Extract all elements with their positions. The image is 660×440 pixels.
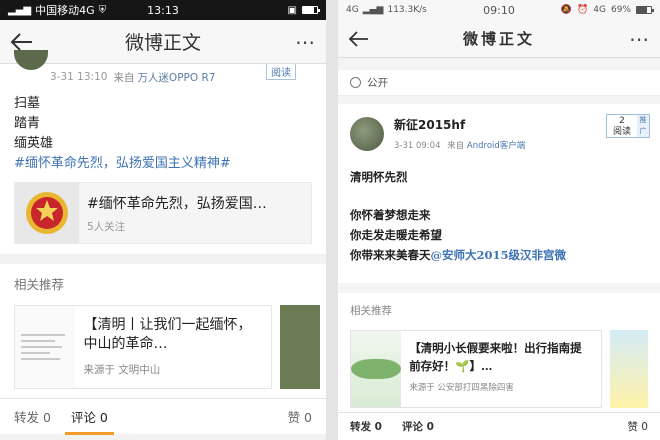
related-row: 【清明小长假要来啦！出行指南提前存好！🌱】… 来源于 公安部打四黑除四害	[350, 330, 648, 408]
topic-logo	[15, 183, 79, 243]
network-label-2: 4G	[593, 5, 606, 15]
right-screen: 4G ▂▄▆ 113.3K/s 09:10 🔕 ⏰ 4G 69% 微博正文 ⋯ …	[338, 0, 660, 440]
read-count-box: 2 阅读 推广	[606, 114, 650, 138]
visibility-row: 公开	[338, 70, 660, 96]
post-header: 新征2015hf 3-31 09:04 来自 Android客户端 2 阅读 推…	[338, 104, 660, 157]
alarm-icon: ⏰	[577, 5, 589, 15]
screens-container: ▂▄▆ 中国移动4G ⛨ 13:13 ▣ 微博正文 ⋯ 3-31 13:10 来…	[0, 0, 660, 440]
status-bar: 4G ▂▄▆ 113.3K/s 09:10 🔕 ⏰ 4G 69%	[338, 0, 660, 20]
topic-title: #缅怀革命先烈，弘扬爱国…	[87, 196, 267, 212]
topic-text: #缅怀革命先烈，弘扬爱国… 5人关注	[79, 183, 275, 243]
status-icons: 🔕 ⏰ 4G 69%	[560, 5, 654, 15]
related-row: 【清明丨让我们一起缅怀，中山的革命… 来源于 文明中山	[14, 305, 320, 389]
shield-icon: ⛨	[98, 4, 107, 16]
related-source: 来源于 公安部打四黑除四害	[409, 383, 514, 393]
like-tab[interactable]: 赞 0	[627, 419, 648, 434]
related-section: 相关推荐 【清明丨让我们一起缅怀，中山的革命… 来源于 文明中山	[0, 264, 326, 401]
left-screen: ▂▄▆ 中国移动4G ⛨ 13:13 ▣ 微博正文 ⋯ 3-31 13:10 来…	[0, 0, 326, 440]
arrow-left-icon	[10, 32, 32, 51]
post-line: 清明怀先烈	[350, 170, 408, 184]
page-title: 微博正文	[462, 30, 535, 48]
back-button[interactable]	[348, 25, 376, 53]
like-tab[interactable]: 赞 0	[288, 407, 312, 426]
post-source[interactable]: 万人迷OPPO R7	[137, 70, 215, 85]
post-time: 3-31 09:04	[394, 141, 441, 151]
post-line: 你怀着梦想走来	[350, 208, 431, 222]
action-bar: 转发 0 评论 0 赞 0	[338, 412, 660, 440]
post-time: 3-31 13:10	[50, 71, 108, 83]
related-title: 【清明丨让我们一起缅怀，中山的革命…	[83, 317, 252, 352]
nav-bar: 微博正文 ⋯	[338, 20, 660, 58]
related-text: 【清明丨让我们一起缅怀，中山的革命… 来源于 文明中山	[75, 306, 271, 388]
post-line: 缅英雄	[14, 136, 54, 151]
visibility-label: 公开	[367, 77, 388, 89]
topic-followers: 5人关注	[87, 221, 126, 233]
post-body: 清明怀先烈 你怀着梦想走来 你走发走暖走希望 你带来来美春天@安师大2015级汉…	[338, 157, 660, 283]
network-label: 4G	[346, 5, 359, 15]
mute-icon: 🔕	[560, 5, 573, 15]
net-speed: 113.3K/s	[387, 5, 427, 15]
related-heading: 相关推荐	[350, 305, 392, 317]
arrow-left-icon	[348, 30, 368, 47]
topic-card[interactable]: #缅怀革命先烈，弘扬爱国… 5人关注	[14, 182, 312, 244]
avatar[interactable]	[14, 50, 48, 70]
sim-icon: ▣	[287, 4, 297, 16]
youth-league-emblem-icon	[26, 192, 68, 234]
read-label: 阅读	[612, 127, 631, 137]
promote-button[interactable]: 推广	[637, 115, 649, 137]
comment-tab[interactable]: 评论 0	[64, 399, 114, 435]
comment-tab[interactable]: 评论 0	[402, 419, 434, 434]
signal-icon: ▂▄▆	[362, 5, 384, 15]
post-meta: 3-31 09:04 来自 Android客户端	[394, 139, 525, 151]
carrier-label: 中国移动4G	[35, 4, 95, 17]
related-heading: 相关推荐	[14, 277, 65, 292]
status-bar: ▂▄▆ 中国移动4G ⛨ 13:13 ▣	[0, 0, 326, 20]
post-meta: 3-31 13:10 来自 万人迷OPPO R7 阅读	[0, 50, 326, 86]
post-line: 踏青	[14, 116, 41, 131]
related-card-next[interactable]	[280, 305, 320, 389]
action-bar: 转发 0 评论 0 赞 0	[0, 398, 326, 435]
globe-icon	[350, 77, 361, 88]
related-section: 相关推荐 【清明小长假要来啦！出行指南提前存好！🌱】… 来源于 公安部打四黑除四…	[338, 293, 660, 418]
post-body: 扫墓 踏青 缅英雄 #缅怀革命先烈，弘扬爱国主义精神# #缅怀革命先烈，弘扬爱国…	[0, 86, 326, 254]
post-hashtag-link[interactable]: #缅怀革命先烈，弘扬爱国主义精神#	[14, 154, 312, 174]
read-label: 阅读	[266, 64, 296, 80]
read-count: 2 阅读	[607, 115, 637, 137]
post-source[interactable]: Android客户端	[467, 141, 525, 151]
user-info: 新征2015hf 3-31 09:04 来自 Android客户端	[394, 116, 525, 151]
repost-tab[interactable]: 转发 0	[350, 419, 382, 434]
post-line: 你走发走暖走希望	[350, 228, 442, 242]
related-thumbnail	[15, 306, 76, 388]
related-title: 【清明小长假要来啦！出行指南提前存好！🌱】…	[409, 341, 582, 373]
post-source-prefix: 来自	[113, 71, 135, 84]
related-thumbnail	[351, 331, 402, 407]
post-source-prefix: 来自	[447, 141, 465, 151]
mention-link[interactable]: @安师大2015级汉非宫微	[431, 248, 567, 262]
divider	[0, 254, 326, 264]
related-card[interactable]: 【清明丨让我们一起缅怀，中山的革命… 来源于 文明中山	[14, 305, 272, 389]
post-line: 扫墓	[14, 96, 41, 111]
signal-icon: ▂▄▆	[8, 4, 32, 16]
nav-bar: 微博正文 ⋯	[0, 20, 326, 64]
battery-icon	[302, 6, 320, 14]
battery-percent: 69%	[610, 5, 631, 15]
related-source: 来源于 文明中山	[83, 364, 161, 376]
post-line: 你带来来美春天@安师大2015级汉非宫微	[350, 248, 567, 262]
more-options-button[interactable]: ⋯	[295, 32, 316, 52]
related-card[interactable]: 【清明小长假要来啦！出行指南提前存好！🌱】… 来源于 公安部打四黑除四害	[350, 330, 602, 408]
username[interactable]: 新征2015hf	[394, 116, 525, 133]
page-title: 微博正文	[124, 32, 201, 54]
related-card-next[interactable]	[609, 330, 648, 408]
battery-icon	[636, 6, 654, 14]
related-text: 【清明小长假要来啦！出行指南提前存好！🌱】… 来源于 公安部打四黑除四害	[401, 331, 600, 407]
status-icons: ▣	[287, 4, 320, 16]
more-options-button[interactable]: ⋯	[629, 29, 650, 49]
avatar[interactable]	[350, 116, 384, 151]
repost-tab[interactable]: 转发 0	[14, 407, 51, 426]
